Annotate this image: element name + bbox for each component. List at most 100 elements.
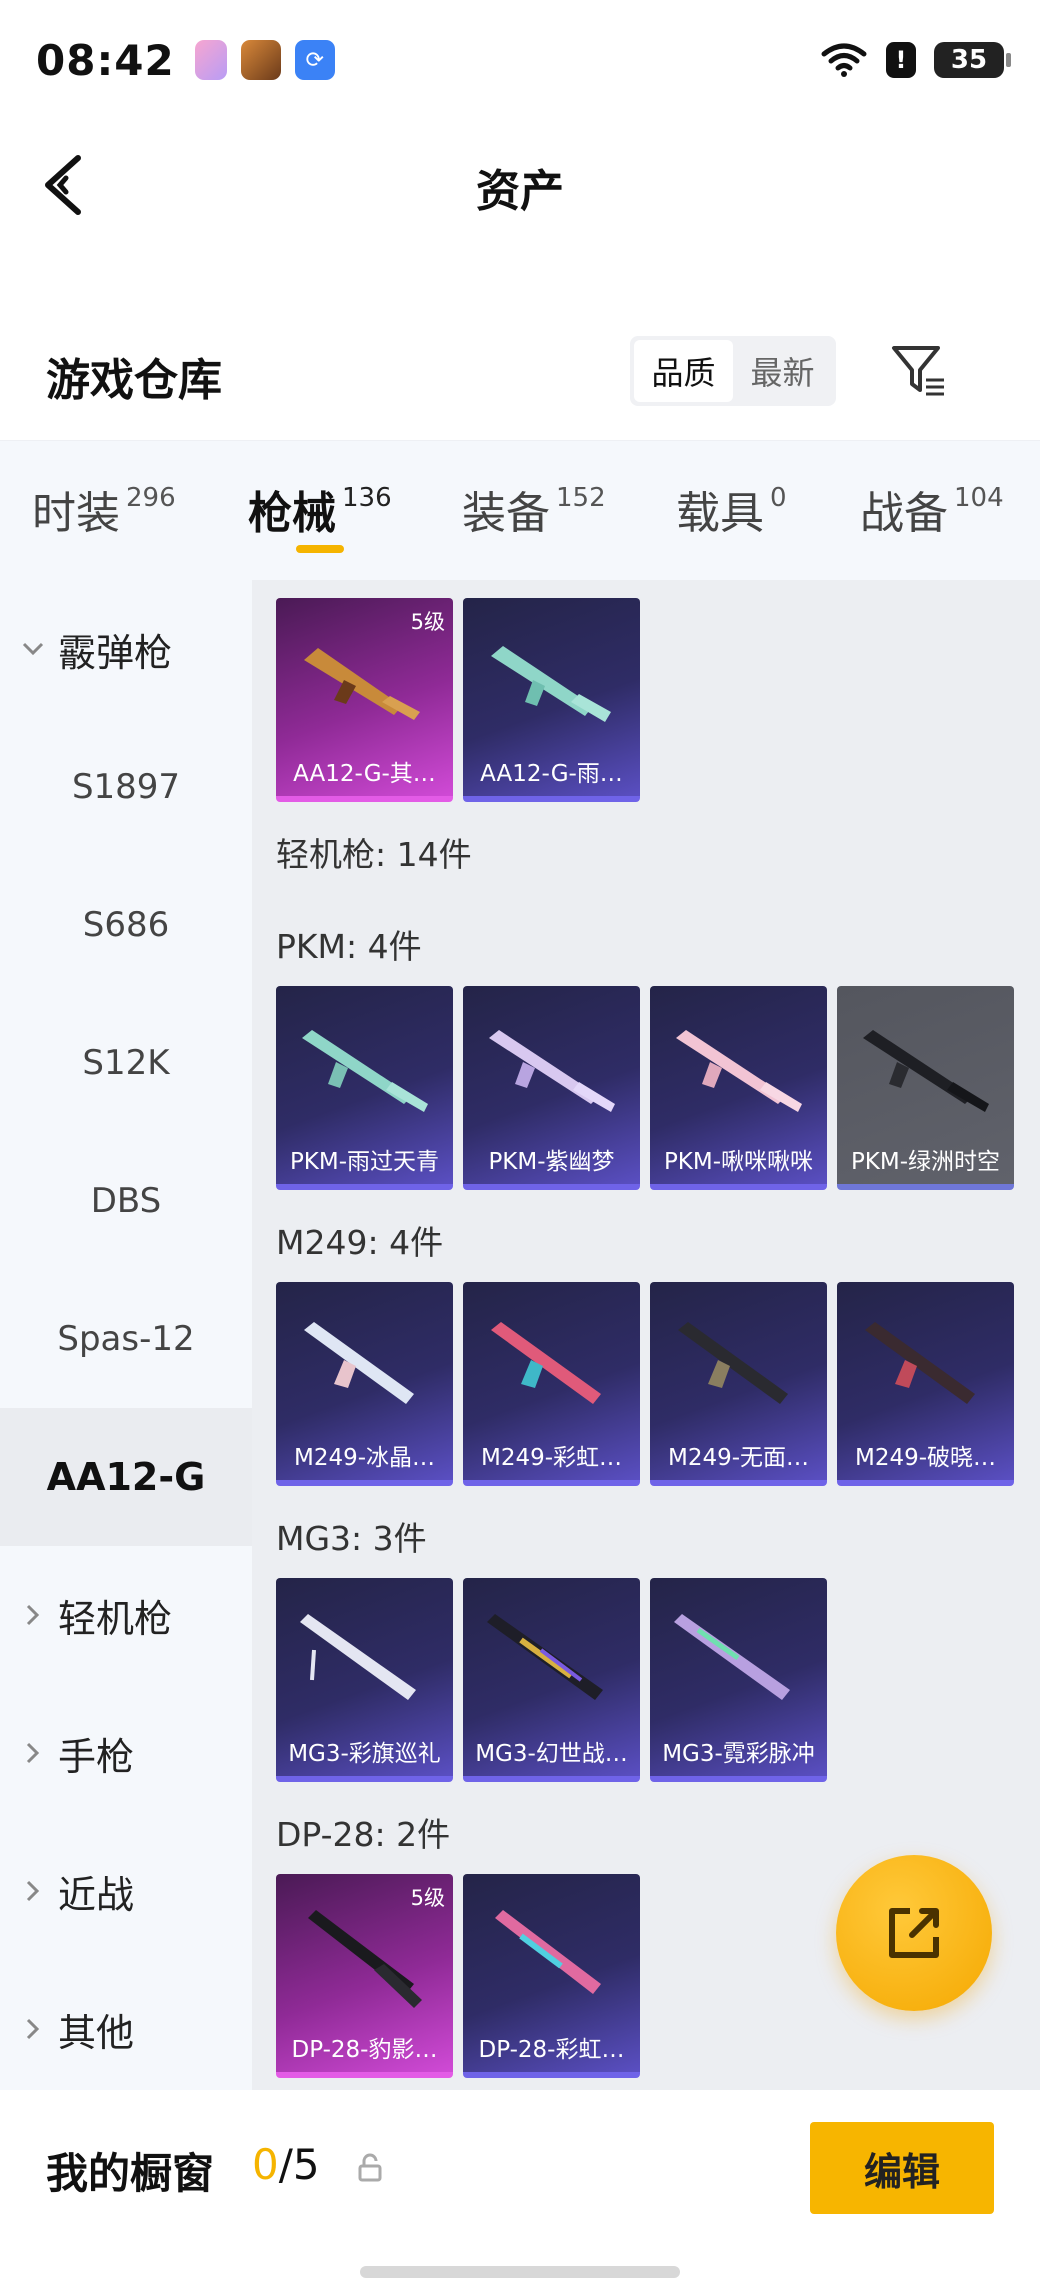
weapon-card[interactable]: 5级 AA12-G-其… (276, 598, 453, 802)
sidebar: 霰弹枪 S1897 S686 S12K DBS Spas-12 AA12-G 轻… (0, 580, 252, 2090)
weapon-name: M249-冰晶… (293, 1445, 436, 1471)
weapon-name: AA12-G-其… (293, 761, 436, 787)
section-header-m249: M249: 4件 (276, 1223, 444, 1262)
weapon-name: PKM-紫幽梦 (488, 1149, 615, 1175)
weapon-card[interactable]: PKM-啾咪啾咪 (650, 986, 827, 1190)
weapon-card[interactable]: M249-彩虹… (463, 1282, 640, 1486)
tab-label: 载具 (676, 488, 764, 539)
filter-icon[interactable] (888, 340, 948, 400)
home-indicator (360, 2266, 680, 2278)
machine-gun-icon (676, 1030, 802, 1112)
machine-gun-icon (863, 1030, 989, 1112)
tab-label: 枪械 (248, 488, 336, 539)
machine-gun-icon (674, 1614, 790, 1700)
sort-option-quality[interactable]: 品质 (634, 340, 733, 402)
share-button[interactable] (836, 1855, 992, 2011)
warehouse-title: 游戏仓库 (46, 355, 222, 406)
weapon-card[interactable]: MG3-幻世战… (463, 1578, 640, 1782)
chevron-down-icon (22, 642, 44, 656)
chevron-right-icon (26, 2018, 40, 2040)
sidebar-item-aa12g[interactable]: AA12-G (0, 1408, 252, 1546)
sidebar-group-other[interactable]: 其他 (0, 1960, 252, 2098)
sidebar-item-spas12[interactable]: Spas-12 (0, 1270, 252, 1408)
category-tabs: 时装 296 枪械 136 装备 152 载具 0 战备 104 (0, 440, 1040, 580)
sidebar-group-label: 其他 (58, 2010, 135, 2055)
edit-button[interactable]: 编辑 (810, 2122, 994, 2214)
tab-label: 时装 (32, 488, 120, 539)
status-indicators: ! 35 (820, 42, 1011, 78)
weapon-card[interactable]: AA12-G-雨… (463, 598, 640, 802)
weapon-name: DP-28-豹影… (291, 2037, 438, 2063)
level-badge: 5级 (410, 1886, 445, 1910)
tab-count: 136 (342, 483, 392, 513)
weapon-name: M249-破晓… (854, 1445, 997, 1471)
sidebar-item-dbs[interactable]: DBS (0, 1132, 252, 1270)
sidebar-item-s686[interactable]: S686 (0, 856, 252, 994)
nav-header: 资产 (0, 120, 1040, 250)
weapon-name: MG3-彩旗巡礼 (288, 1741, 441, 1767)
tab-count: 152 (556, 483, 606, 513)
machine-gun-icon (489, 1030, 615, 1112)
sidebar-group-lmg[interactable]: 轻机枪 (0, 1546, 252, 1684)
weapon-name: DP-28-彩虹… (478, 2037, 625, 2063)
status-bar: 08:42 ⟳ ! 35 (0, 0, 1040, 120)
app-icon-link: ⟳ (294, 40, 335, 80)
bottom-bar: 我的橱窗 0/5 编辑 (0, 2090, 1040, 2295)
shotgun-icon (304, 648, 420, 720)
weapon-name: MG3-幻世战… (475, 1741, 628, 1767)
status-time: 08:42 (36, 35, 175, 85)
battery-icon: 35 (934, 42, 1011, 78)
tab-label: 战备 (860, 488, 948, 539)
weapon-card[interactable]: PKM-紫幽梦 (463, 986, 640, 1190)
tab-battle-prep[interactable]: 战备 104 (860, 477, 1004, 541)
machine-gun-icon (308, 1910, 422, 2008)
sidebar-item-s12k[interactable]: S12K (0, 994, 252, 1132)
sidebar-group-label: 近战 (58, 1872, 135, 1917)
weapon-card[interactable]: MG3-彩旗巡礼 (276, 1578, 453, 1782)
machine-gun-icon (865, 1322, 975, 1404)
showcase-total: 5 (292, 2140, 320, 2189)
section-header-lmg: 轻机枪: 14件 (276, 835, 472, 874)
lock-icon (358, 2153, 382, 2182)
tab-vehicles[interactable]: 载具 0 (676, 477, 787, 541)
weapon-card[interactable]: PKM-雨过天青 (276, 986, 453, 1190)
weapon-card[interactable]: M249-无面… (650, 1282, 827, 1486)
sidebar-group-label: 手枪 (58, 1734, 135, 1779)
machine-gun-icon (300, 1614, 416, 1700)
status-app-icons: ⟳ (194, 40, 335, 80)
weapon-name: MG3-霓彩脉冲 (662, 1741, 815, 1767)
chevron-right-icon (26, 1742, 40, 1764)
machine-gun-icon (302, 1030, 428, 1112)
app-icon-1 (194, 40, 227, 80)
sidebar-group-melee[interactable]: 近战 (0, 1822, 252, 1960)
sidebar-group-pistol[interactable]: 手枪 (0, 1684, 252, 1822)
warehouse-header: 游戏仓库 品质 最新 (0, 320, 1040, 440)
sidebar-item-s1897[interactable]: S1897 (0, 718, 252, 856)
weapon-card[interactable]: MG3-霓彩脉冲 (650, 1578, 827, 1782)
tab-firearms[interactable]: 枪械 136 (248, 477, 392, 541)
weapon-card[interactable]: 5级 DP-28-豹影… (276, 1874, 453, 2078)
tab-equipment[interactable]: 装备 152 (462, 477, 606, 541)
wifi-icon (821, 43, 867, 77)
showcase-count: 0/5 (252, 2140, 320, 2189)
active-tab-indicator (296, 545, 344, 553)
weapon-name: PKM-绿洲时空 (850, 1149, 1001, 1175)
tab-label: 装备 (462, 488, 550, 539)
sidebar-group-label: 霰弹枪 (58, 630, 173, 675)
weapon-card[interactable]: DP-28-彩虹… (463, 1874, 640, 2078)
app-icon-game (240, 40, 281, 80)
sidebar-group-shotgun[interactable]: 霰弹枪 (0, 580, 252, 718)
chevron-right-icon (26, 1604, 40, 1626)
machine-gun-icon (487, 1614, 603, 1700)
weapon-card[interactable]: M249-冰晶… (276, 1282, 453, 1486)
weapon-card[interactable]: M249-破晓… (837, 1282, 1014, 1486)
page-title: 资产 (476, 166, 564, 217)
tab-count: 104 (954, 483, 1004, 513)
section-header-mg3: MG3: 3件 (276, 1519, 427, 1558)
weapon-name: M249-彩虹… (480, 1445, 623, 1471)
sidebar-group-label: 轻机枪 (58, 1596, 173, 1641)
tab-fashion[interactable]: 时装 296 (32, 477, 176, 541)
sort-option-newest[interactable]: 最新 (733, 340, 832, 402)
shotgun-icon (491, 646, 611, 722)
weapon-card[interactable]: PKM-绿洲时空 (837, 986, 1014, 1190)
